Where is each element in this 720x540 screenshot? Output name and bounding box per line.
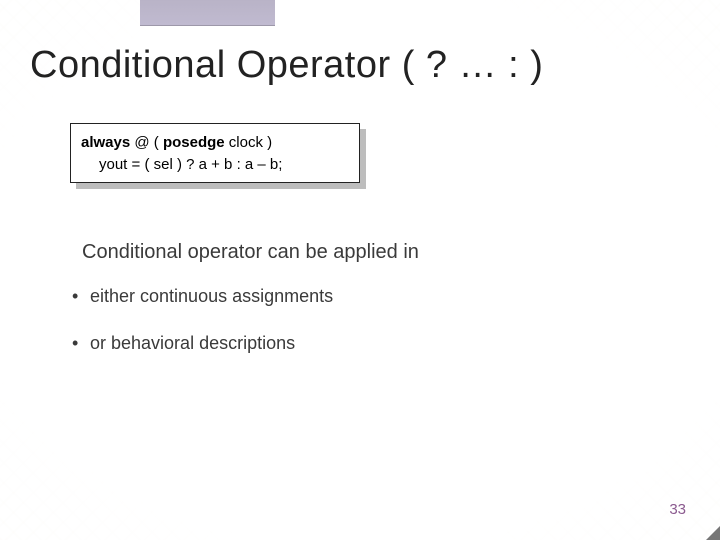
code-line-1: always @ ( posedge clock ) xyxy=(81,132,349,154)
intro-text: Conditional operator can be applied in xyxy=(82,241,690,264)
code-kw-posedge: posedge xyxy=(163,134,225,151)
corner-accent-icon xyxy=(698,518,720,540)
bullet-item: or behavioral descriptions xyxy=(72,333,690,354)
bullet-item: either continuous assignments xyxy=(72,286,690,307)
code-block-box: always @ ( posedge clock ) yout = ( sel … xyxy=(70,123,360,183)
code-text-1a: @ ( xyxy=(130,134,163,151)
bullet-list: either continuous assignments or behavio… xyxy=(72,286,690,354)
slide-title: Conditional Operator ( ? … : ) xyxy=(30,44,690,87)
code-line-2: yout = ( sel ) ? a + b : a – b; xyxy=(81,154,349,176)
slide-container: Conditional Operator ( ? … : ) always @ … xyxy=(0,0,720,540)
code-kw-always: always xyxy=(81,134,130,151)
code-block: always @ ( posedge clock ) yout = ( sel … xyxy=(70,123,360,183)
code-text-1b: clock ) xyxy=(225,134,273,151)
page-number: 33 xyxy=(669,501,686,518)
